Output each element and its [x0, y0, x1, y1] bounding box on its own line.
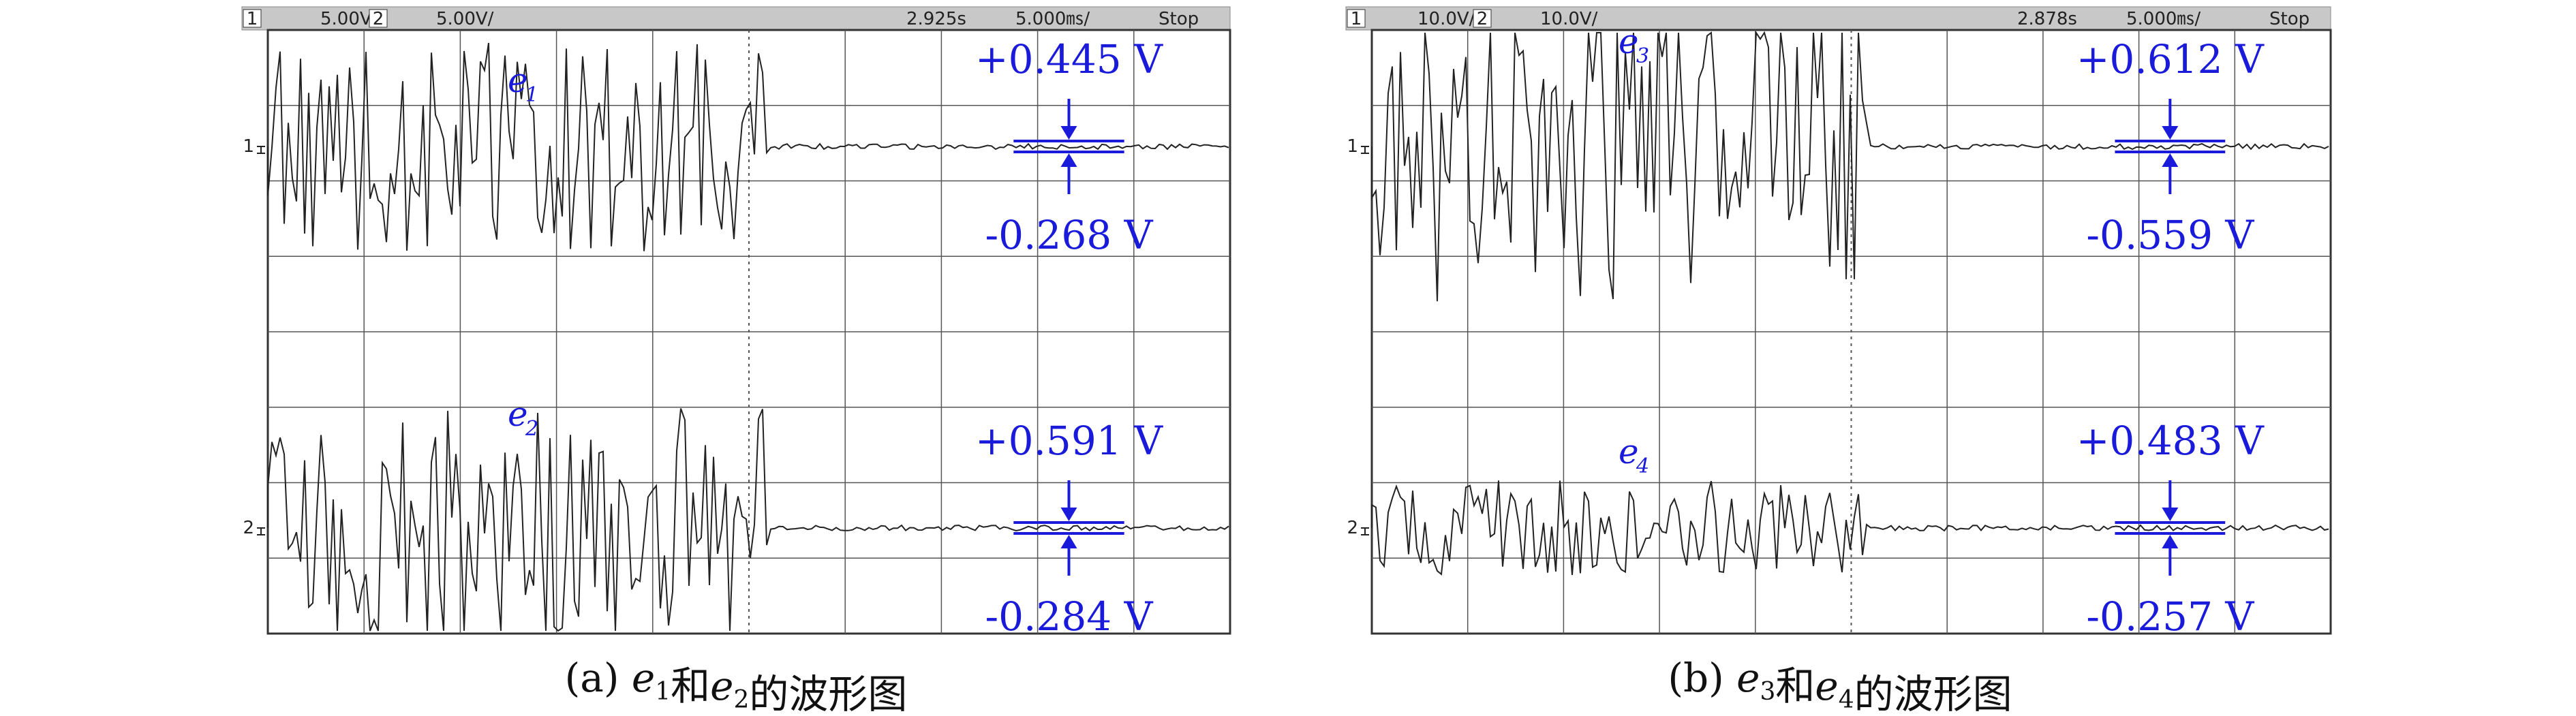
acquisition-time: 2.878s — [2017, 9, 2077, 29]
ch2-number: 2 — [373, 9, 384, 29]
caption-var-1: e — [1736, 655, 1760, 701]
caption-prefix: (b) — [1668, 655, 1736, 701]
ch1-number: 1 — [1351, 9, 1362, 29]
scope-panel-a: 1 5.00V/2 5.00V/2.925s 5.000㎳/Stop1e1+0.445… — [241, 6, 1231, 716]
channel-marker-2: 2 — [1347, 518, 1358, 538]
peak-negative-label-e1: -0.268 V — [985, 212, 1154, 258]
peak-negative-label-e4: -0.257 V — [2086, 593, 2254, 640]
peak-negative-label-e2: -0.284 V — [985, 593, 1154, 640]
ground-icon — [1361, 146, 1369, 154]
caption-var-2: e — [1815, 663, 1838, 709]
caption-sub-1: 1 — [655, 678, 671, 706]
caption-sub-2: 2 — [733, 686, 749, 714]
peak-positive-label-e2: +0.591 V — [975, 418, 1163, 464]
ch2-scale: 10.0V/ — [1540, 9, 1598, 29]
caption-prefix: (a) — [565, 655, 632, 701]
peak-negative-label-e3: -0.559 V — [2086, 212, 2254, 258]
caption-sub-2: 4 — [1839, 686, 1854, 714]
ch2-number: 2 — [1477, 9, 1488, 29]
caption-var-1: e — [632, 655, 655, 701]
ch1-number: 1 — [247, 9, 258, 29]
trace-label-sub-e3: 3 — [1636, 44, 1649, 68]
caption-mid: 和 — [1775, 663, 1815, 709]
run-mode: Stop — [2269, 9, 2310, 29]
caption-sub-1: 3 — [1760, 678, 1775, 706]
timebase: 5.000㎳/ — [1015, 9, 1090, 29]
timebase: 5.000㎳/ — [2126, 9, 2201, 29]
caption-suffix: 的波形图 — [1854, 671, 2012, 716]
ground-icon — [1361, 527, 1369, 535]
channel-marker-1: 1 — [243, 136, 254, 157]
peak-positive-label-e3: +0.612 V — [2076, 36, 2265, 82]
caption-var-2: e — [710, 663, 733, 709]
figure: 1 5.00V/2 5.00V/2.925s 5.000㎳/Stop1e1+0.445… — [241, 6, 2332, 716]
panel-caption: (a) e1和e2的波形图 — [565, 655, 908, 716]
trace-label-sub-e1: 1 — [525, 83, 538, 107]
ch1-scale: 10.0V/ — [1417, 9, 1475, 29]
ground-icon — [257, 146, 265, 154]
caption-mid: 和 — [671, 663, 710, 709]
ground-icon — [257, 527, 265, 535]
caption-suffix: 的波形图 — [749, 671, 907, 716]
panel-caption: (b) e3和e4的波形图 — [1668, 655, 2012, 716]
channel-marker-1: 1 — [1347, 136, 1358, 157]
peak-positive-label-e1: +0.445 V — [975, 36, 1163, 82]
trace-label-sub-e4: 4 — [1636, 454, 1649, 478]
run-mode: Stop — [1159, 9, 1199, 29]
channel-marker-2: 2 — [243, 518, 254, 538]
peak-positive-label-e4: +0.483 V — [2076, 418, 2265, 464]
trace-label-sub-e2: 2 — [525, 417, 538, 441]
ch2-scale: 5.00V/ — [436, 9, 494, 29]
acquisition-time: 2.925s — [906, 9, 966, 29]
scope-panel-b: 1 10.0V/2 10.0V/2.878s 5.000㎳/Stop1e3 +0.612… — [1345, 6, 2332, 716]
